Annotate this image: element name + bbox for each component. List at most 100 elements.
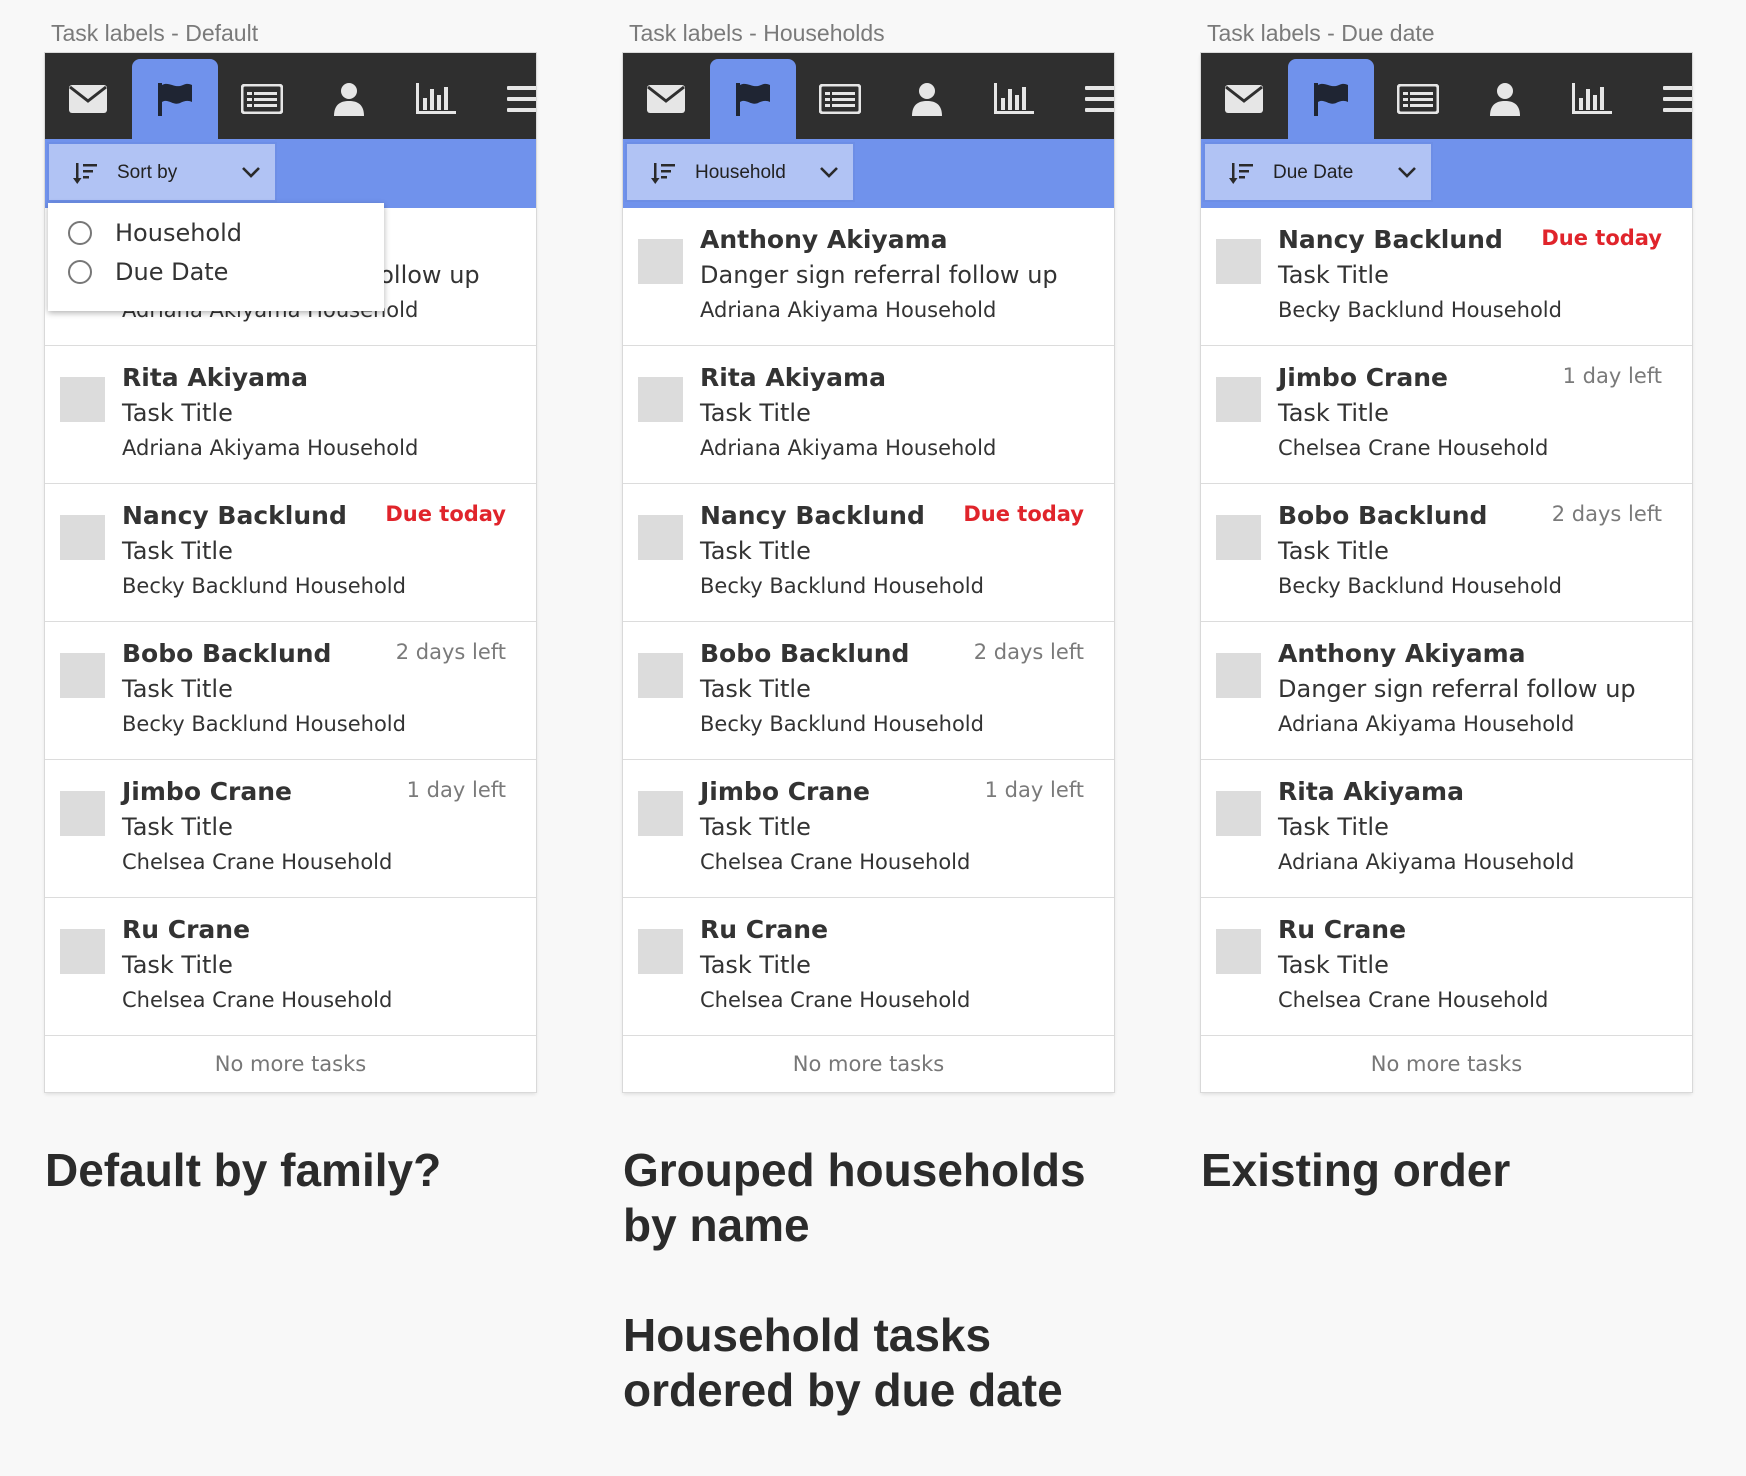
task-household: Chelsea Crane Household <box>1278 436 1549 460</box>
task-thumbnail <box>60 515 105 560</box>
sort-select[interactable]: Household <box>625 142 855 202</box>
nav-tab-person[interactable] <box>306 59 392 139</box>
top-nav-bar <box>623 53 1114 139</box>
task-row[interactable]: Jimbo Crane Task Title Chelsea Crane House… <box>623 760 1114 898</box>
nav-tab-person[interactable] <box>1462 59 1548 139</box>
task-title: Task Title <box>1278 951 1389 979</box>
nav-tab-menu[interactable] <box>480 59 536 139</box>
task-row[interactable]: Anthony Akiyama Danger sign referral foll… <box>1201 622 1692 760</box>
list-icon <box>241 84 283 114</box>
task-row[interactable]: Nancy Backlund Task Title Becky Backlund H… <box>1201 208 1692 346</box>
task-row[interactable]: Ru Crane Task Title Chelsea Crane Househol… <box>1201 898 1692 1036</box>
task-thumbnail <box>638 929 683 974</box>
nav-tab-menu[interactable] <box>1058 59 1114 139</box>
nav-tab-bar-chart[interactable] <box>971 59 1057 139</box>
task-household: Adriana Akiyama Household <box>700 436 997 460</box>
person-icon <box>911 82 943 116</box>
sort-option-due-date[interactable]: Due Date <box>68 258 228 286</box>
task-list: Anthony AkiyamaDanger sign referral foll… <box>45 208 536 1092</box>
sort-select-label: Sort by <box>117 162 178 183</box>
task-thumbnail <box>1216 239 1261 284</box>
sort-option-label: Household <box>115 219 243 247</box>
task-household: Adriana Akiyama Household <box>122 436 419 460</box>
nav-tab-flag[interactable] <box>710 59 796 139</box>
sort-select[interactable]: Due Date <box>1203 142 1433 202</box>
task-title: Task Title <box>700 813 811 841</box>
nav-tab-envelope[interactable] <box>1201 59 1287 139</box>
task-row[interactable]: Nancy Backlund Task Title Becky Backlund H… <box>45 484 536 622</box>
task-row[interactable]: Ru Crane Task Title Chelsea Crane Househol… <box>623 898 1114 1036</box>
task-row[interactable]: Anthony Akiyama Danger sign referral foll… <box>623 208 1114 346</box>
task-household: Becky Backlund Household <box>1278 298 1562 322</box>
task-household: Chelsea Crane Household <box>122 850 393 874</box>
frame-0: Task labels - Default Sort by Anthony Akiy… <box>45 0 536 1476</box>
nav-tab-envelope[interactable] <box>623 59 709 139</box>
task-row[interactable]: Ru Crane Task Title Chelsea Crane Househol… <box>45 898 536 1036</box>
task-row[interactable]: Jimbo Crane Task Title Chelsea Crane House… <box>1201 346 1692 484</box>
nav-tab-list[interactable] <box>219 59 305 139</box>
list-end-message: No more tasks <box>792 1052 945 1076</box>
task-row[interactable]: Nancy Backlund Task Title Becky Backlund H… <box>623 484 1114 622</box>
list-end-message: No more tasks <box>1370 1052 1523 1076</box>
task-person-name: Nancy Backlund <box>1278 225 1503 254</box>
nav-tab-person[interactable] <box>884 59 970 139</box>
sort-select[interactable]: Sort by <box>47 142 277 202</box>
task-household: Chelsea Crane Household <box>1278 988 1549 1012</box>
task-row[interactable]: Bobo Backlund Task Title Becky Backlund Ho… <box>45 622 536 760</box>
task-household: Chelsea Crane Household <box>700 988 971 1012</box>
task-thumbnail <box>1216 791 1261 836</box>
nav-tab-bar-chart[interactable] <box>393 59 479 139</box>
task-title: Danger sign referral follow up <box>700 261 1058 289</box>
sort-select-label: Household <box>695 162 786 183</box>
nav-tab-list[interactable] <box>1375 59 1461 139</box>
task-due-label: 2 days left <box>395 640 506 664</box>
task-due-label: Due today <box>385 502 506 526</box>
caption-line: Household tasks <box>623 1309 992 1361</box>
task-due-label: Due today <box>963 502 1084 526</box>
list-icon <box>1397 84 1439 114</box>
chevron-down-icon <box>819 164 839 183</box>
task-row[interactable]: Jimbo Crane Task Title Chelsea Crane House… <box>45 760 536 898</box>
chevron-down-icon <box>1397 164 1417 183</box>
task-thumbnail <box>638 515 683 560</box>
task-title: Task Title <box>122 537 233 565</box>
task-row[interactable]: Rita Akiyama Task Title Adriana Akiyama Ho… <box>1201 760 1692 898</box>
task-row[interactable]: Bobo Backlund Task Title Becky Backlund Ho… <box>623 622 1114 760</box>
task-title: Danger sign referral follow up <box>1278 675 1636 703</box>
nav-tab-envelope[interactable] <box>45 59 131 139</box>
task-due-label: Due today <box>1541 226 1662 250</box>
top-nav-bar <box>45 53 536 139</box>
person-icon <box>1489 82 1521 116</box>
task-title: Task Title <box>122 399 233 427</box>
flag-icon <box>733 81 773 117</box>
nav-tab-flag[interactable] <box>132 59 218 139</box>
task-title: Task Title <box>1278 537 1389 565</box>
task-person-name: Rita Akiyama <box>122 363 308 392</box>
envelope-icon <box>1224 84 1264 114</box>
task-person-name: Anthony Akiyama <box>1278 639 1526 668</box>
nav-tab-bar-chart[interactable] <box>1549 59 1635 139</box>
caption-line: Existing order <box>1201 1144 1511 1196</box>
sort-icon <box>1229 162 1255 190</box>
sort-select-label: Due Date <box>1273 162 1354 183</box>
task-person-name: Bobo Backlund <box>700 639 910 668</box>
menu-icon <box>507 85 536 113</box>
task-row[interactable]: Rita Akiyama Task Title Adriana Akiyama Ho… <box>623 346 1114 484</box>
task-person-name: Ru Crane <box>700 915 829 944</box>
task-household: Becky Backlund Household <box>122 712 406 736</box>
task-row[interactable]: Bobo Backlund Task Title Becky Backlund Ho… <box>1201 484 1692 622</box>
frame-1: Task labels - Households Household Anthony… <box>623 0 1114 1476</box>
sort-icon <box>73 162 99 190</box>
task-title: Task Title <box>122 951 233 979</box>
radio-button[interactable] <box>68 221 92 245</box>
nav-tab-menu[interactable] <box>1636 59 1692 139</box>
task-title: Task Title <box>122 675 233 703</box>
nav-tab-flag[interactable] <box>1288 59 1374 139</box>
nav-tab-list[interactable] <box>797 59 883 139</box>
task-thumbnail <box>638 377 683 422</box>
sort-bar: Due Date <box>1201 139 1692 208</box>
sort-option-household[interactable]: Household <box>68 219 242 247</box>
sort-icon <box>651 162 677 190</box>
radio-button[interactable] <box>68 260 92 284</box>
task-row[interactable]: Rita Akiyama Task Title Adriana Akiyama Ho… <box>45 346 536 484</box>
